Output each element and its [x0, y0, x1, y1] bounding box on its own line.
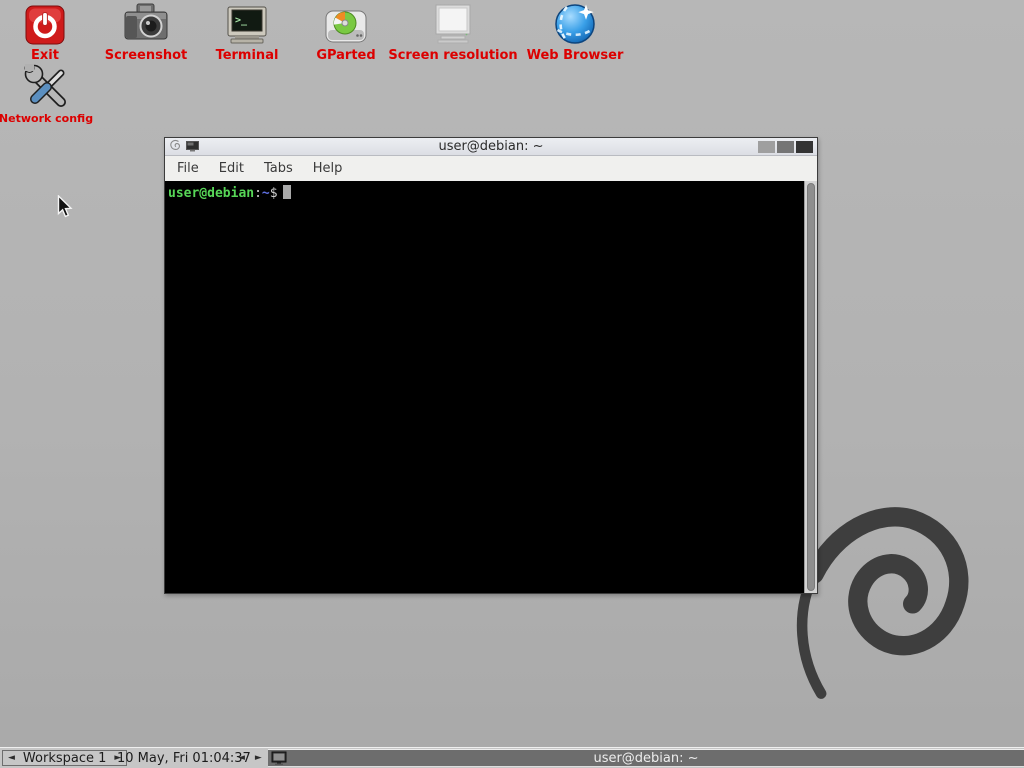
terminal-window: user@debian: ~ File Edit Tabs Help user@…	[164, 137, 818, 594]
clock: 10 May, Fri 01:04:37	[117, 748, 251, 768]
prompt-separator: :	[254, 186, 262, 201]
tools-icon	[24, 66, 68, 110]
tasklist-next-icon[interactable]: ►	[255, 754, 262, 763]
workspace-pager: ◄ Workspace 1 ►	[2, 750, 127, 766]
window-title: user@debian: ~	[165, 138, 817, 156]
task-title: user@debian: ~	[593, 751, 698, 766]
camera-icon	[124, 2, 168, 46]
workspace-prev-icon[interactable]: ◄	[8, 754, 15, 763]
workspace-label: Workspace 1	[23, 751, 106, 766]
desktop-icon-screen-resolution[interactable]: Screen resolution	[391, 2, 515, 63]
task-monitor-icon	[271, 751, 287, 768]
terminal-app-icon	[186, 137, 199, 156]
terminal-content[interactable]: user@debian:~$	[165, 181, 817, 593]
debian-swirl-watermark	[793, 503, 969, 703]
taskbar: ◄ Workspace 1 ► 10 May, Fri 01:04:37 ◄ ►…	[0, 747, 1024, 768]
icon-label: Exit	[31, 48, 59, 63]
mouse-pointer-icon	[57, 195, 74, 223]
desktop-icon-gparted[interactable]: GParted	[296, 2, 396, 63]
icon-label: Network config	[0, 112, 93, 125]
prompt-path: ~	[262, 186, 270, 201]
scrollbar-thumb[interactable]	[807, 183, 815, 591]
desktop-icon-terminal[interactable]: >_ Terminal	[197, 2, 297, 63]
menu-file[interactable]: File	[167, 158, 209, 179]
menu-tabs[interactable]: Tabs	[254, 158, 303, 179]
scrollbar-track[interactable]	[804, 181, 817, 593]
crt-terminal-icon: >_	[226, 2, 268, 46]
shell-prompt: user@debian:~$	[168, 185, 291, 201]
close-button[interactable]	[796, 141, 813, 153]
desktop-icon-exit[interactable]: Exit	[5, 2, 85, 63]
tasklist-prev-icon[interactable]: ◄	[238, 754, 245, 763]
menu-help[interactable]: Help	[303, 158, 353, 179]
power-icon	[25, 2, 65, 46]
debian-swirl-icon	[169, 137, 181, 156]
task-button-terminal[interactable]: user@debian: ~	[268, 749, 1024, 767]
text-cursor	[283, 185, 291, 199]
menubar: File Edit Tabs Help	[165, 156, 817, 181]
icon-label: GParted	[316, 48, 375, 63]
window-titlebar[interactable]: user@debian: ~	[165, 138, 817, 156]
desktop-icon-web-browser[interactable]: Web Browser	[515, 2, 635, 63]
icon-label: Screenshot	[105, 48, 188, 63]
menu-edit[interactable]: Edit	[209, 158, 254, 179]
desktop-icon-network-config[interactable]: Network config	[0, 66, 92, 125]
prompt-symbol: $	[270, 186, 278, 201]
monitor-icon	[430, 2, 476, 46]
prompt-user-host: user@debian	[168, 186, 254, 201]
minimize-button[interactable]	[758, 141, 775, 153]
desktop-icon-screenshot[interactable]: Screenshot	[96, 2, 196, 63]
icon-label: Web Browser	[527, 48, 624, 63]
svg-text:>_: >_	[235, 15, 248, 26]
disk-partition-icon	[324, 2, 368, 46]
globe-icon	[553, 2, 597, 46]
icon-label: Screen resolution	[388, 48, 517, 63]
maximize-button[interactable]	[777, 141, 794, 153]
icon-label: Terminal	[216, 48, 279, 63]
